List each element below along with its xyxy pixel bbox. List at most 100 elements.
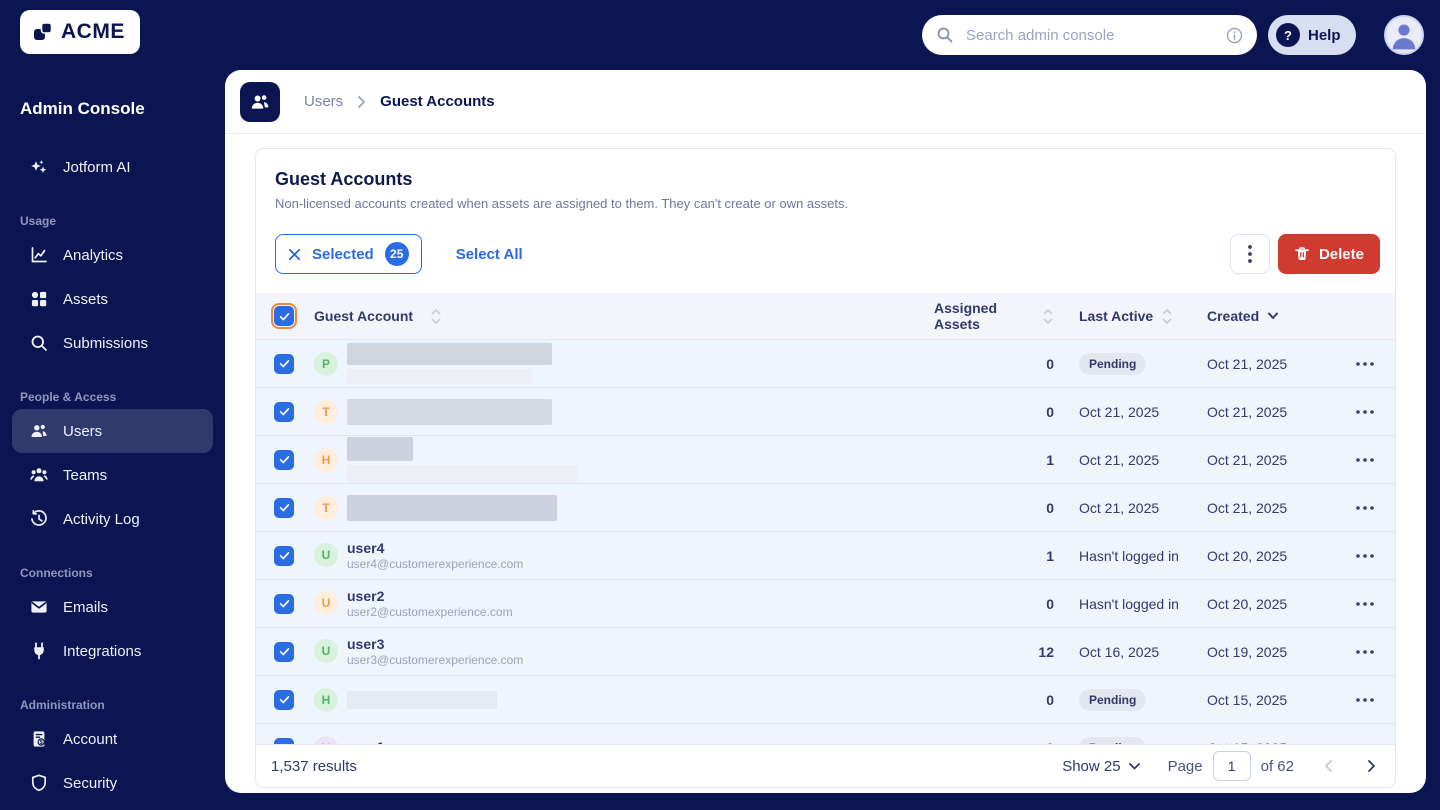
breadcrumb-users-link[interactable]: Users — [304, 93, 343, 110]
user-avatar[interactable] — [1384, 15, 1424, 55]
created-date: Oct 21, 2025 — [1207, 355, 1288, 372]
status-badge: Pending — [1079, 352, 1147, 375]
last-active-text: Oct 16, 2025 — [1079, 643, 1160, 660]
sidebar-item-account[interactable]: $ Account — [12, 717, 213, 761]
sidebar-item-label: Emails — [63, 598, 109, 616]
search-input[interactable] — [964, 25, 1216, 45]
chevron-right-icon — [357, 95, 366, 109]
row-actions-button[interactable] — [1350, 500, 1380, 516]
table-row: Uuser4 user4@customerexperience.com 1 Hasn'… — [256, 532, 1395, 580]
select-all-button[interactable]: Select All — [450, 245, 529, 264]
admin-console-app: ACME Admin Console Jotform AI Usage Analyt… — [0, 0, 1440, 810]
sidebar-item-label: Jotform AI — [63, 158, 131, 176]
close-icon — [288, 248, 301, 261]
sidebar-item-activity-log[interactable]: Activity Log — [12, 497, 213, 541]
sidebar-item-users[interactable]: Users — [12, 409, 213, 453]
avatar: H — [314, 447, 338, 472]
table-row: Uuser10PendingOct 15, 2025 — [256, 724, 1395, 744]
sidebar-section-label: Administration — [20, 698, 105, 712]
sidebar-item-label: Teams — [63, 466, 108, 484]
table-row: T 0 Oct 21, 2025 Oct 21, 2025 — [256, 484, 1395, 532]
created-date: Oct 21, 2025 — [1207, 451, 1288, 468]
last-active-text: Hasn't logged in — [1079, 547, 1179, 564]
sidebar-item-assets[interactable]: Assets — [12, 277, 213, 321]
assigned-assets-count: 0 — [1046, 499, 1054, 516]
row-actions-button[interactable] — [1350, 548, 1380, 564]
info-icon[interactable] — [1226, 27, 1243, 44]
activity-log-icon — [29, 509, 49, 529]
row-checkbox[interactable] — [274, 689, 294, 710]
row-actions-button[interactable] — [1350, 356, 1380, 372]
redacted-name — [347, 494, 557, 521]
help-button[interactable]: ? Help — [1268, 15, 1356, 55]
table-footer: 1,537 results Show 25 Page of 62 — [256, 744, 1395, 787]
sidebar-item-analytics[interactable]: Analytics — [12, 233, 213, 277]
assigned-assets-count: 1 — [1046, 547, 1054, 564]
avatar: H — [314, 687, 338, 712]
main-panel: Users Guest Accounts Guest Accounts Non-… — [225, 70, 1426, 793]
sidebar-item-submissions[interactable]: Submissions — [12, 321, 213, 365]
more-options-button[interactable] — [1229, 234, 1270, 274]
guest-accounts-table: Guest Account Assigned Assets Last Activ… — [256, 293, 1395, 787]
previous-page-button[interactable] — [1320, 755, 1337, 777]
clear-selection-button[interactable]: Selected 25 — [275, 234, 422, 274]
column-header-guest-account[interactable]: Guest Account — [314, 308, 413, 324]
show-per-page-dropdown[interactable]: Show 25 — [1062, 757, 1140, 775]
sort-icon[interactable] — [430, 308, 442, 325]
page-number-input[interactable] — [1212, 751, 1251, 781]
column-header-created[interactable]: Created — [1207, 308, 1259, 324]
sidebar-item-jotform-ai[interactable]: Jotform AI — [12, 145, 213, 189]
status-badge: Pending — [1079, 736, 1147, 744]
guest-email: user3@customerexperience.com — [347, 652, 524, 667]
next-page-button[interactable] — [1363, 755, 1380, 777]
sidebar-item-integrations[interactable]: Integrations — [12, 629, 213, 673]
row-actions-button[interactable] — [1350, 452, 1380, 468]
row-checkbox[interactable] — [274, 641, 294, 662]
assigned-assets-count: 0 — [1046, 691, 1054, 708]
sidebar-item-label: Users — [63, 422, 103, 440]
brand-name: ACME — [61, 20, 125, 43]
last-active-text: Oct 21, 2025 — [1079, 499, 1160, 516]
sort-desc-icon[interactable] — [1267, 312, 1279, 320]
sidebar-item-emails[interactable]: Emails — [12, 585, 213, 629]
delete-button[interactable]: Delete — [1277, 234, 1380, 274]
row-checkbox[interactable] — [274, 593, 294, 614]
created-date: Oct 15, 2025 — [1207, 691, 1288, 708]
avatar: T — [314, 399, 338, 424]
avatar: U — [314, 591, 338, 616]
created-date: Oct 21, 2025 — [1207, 403, 1288, 420]
column-header-assigned-assets[interactable]: Assigned Assets — [934, 300, 1034, 332]
kebab-icon — [1248, 245, 1252, 263]
acme-logo[interactable]: ACME — [20, 10, 140, 54]
row-checkbox[interactable] — [274, 449, 294, 470]
row-actions-button[interactable] — [1350, 692, 1380, 708]
table-row: H 0 Pending Oct 15, 2025 — [256, 676, 1395, 724]
row-checkbox[interactable] — [274, 545, 294, 566]
row-checkbox[interactable] — [274, 401, 294, 422]
row-actions-button[interactable] — [1350, 644, 1380, 660]
guest-name: user3 — [347, 635, 385, 652]
show-per-page-label: Show 25 — [1062, 757, 1121, 775]
sort-icon[interactable] — [1042, 308, 1054, 325]
page-description: Non-licensed accounts created when asset… — [275, 196, 849, 211]
chevron-down-icon — [1128, 762, 1140, 770]
sort-icon[interactable] — [1161, 308, 1173, 325]
avatar: U — [314, 639, 338, 664]
users-section-icon — [240, 81, 280, 122]
admin-search[interactable] — [922, 15, 1257, 55]
sidebar-item-security[interactable]: Security — [12, 761, 213, 805]
page-label: Page — [1167, 757, 1203, 775]
row-checkbox[interactable] — [274, 497, 294, 518]
select-all-checkbox[interactable] — [270, 302, 298, 330]
sidebar-item-teams[interactable]: Teams — [12, 453, 213, 497]
row-actions-button[interactable] — [1350, 596, 1380, 612]
row-checkbox[interactable] — [274, 353, 294, 374]
sidebar-item-label: Integrations — [63, 642, 142, 660]
security-icon — [29, 773, 49, 793]
page-of-label: of 62 — [1260, 757, 1294, 775]
table-row: P 0 Pending Oct 21, 2025 — [256, 340, 1395, 388]
redacted-name — [347, 343, 552, 384]
row-actions-button[interactable] — [1350, 404, 1380, 420]
column-header-last-active[interactable]: Last Active — [1079, 308, 1153, 324]
users-icon — [29, 421, 49, 441]
